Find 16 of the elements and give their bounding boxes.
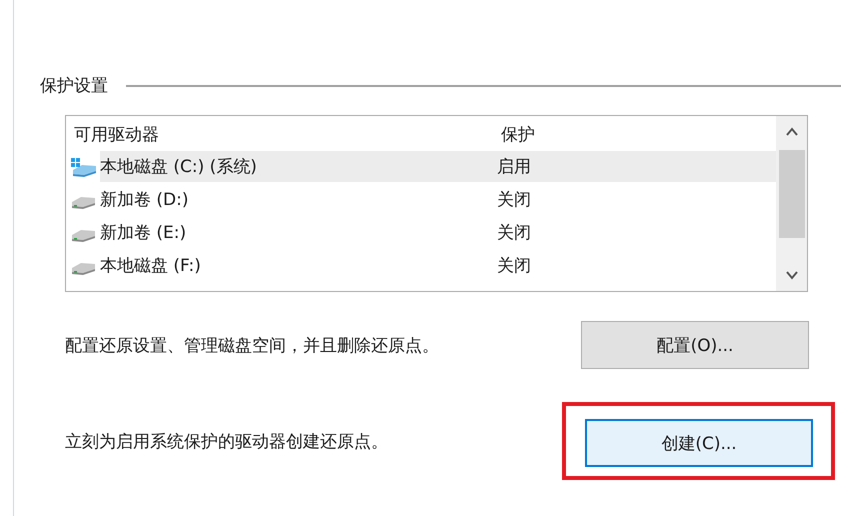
drive-row[interactable]: 新加卷 (E:) 关闭 [70, 216, 776, 249]
drive-icon [72, 196, 95, 208]
scrollbar[interactable] [776, 116, 807, 291]
drive-icon [72, 230, 95, 242]
group-title: 保护设置 [40, 75, 108, 97]
action-description: 立刻为启用系统保护的驱动器创建还原点。 [65, 430, 388, 452]
scroll-thumb[interactable] [778, 150, 804, 238]
column-header[interactable]: 保护 [493, 122, 535, 146]
drive-row[interactable]: 新加卷 (D:) 关闭 [70, 183, 776, 216]
system-drive-icon [70, 156, 98, 176]
action-description: 配置还原设置、管理磁盘空间，并且删除还原点。 [65, 334, 439, 356]
drive-row[interactable]: 本地磁盘 (F:) 关闭 [70, 249, 776, 282]
drive-icon [72, 262, 95, 274]
column-header[interactable]: 可用驱动器 [70, 122, 493, 146]
action-button[interactable]: 配置(O)... [581, 321, 809, 369]
action-button[interactable]: 创建(C)... [585, 419, 813, 467]
